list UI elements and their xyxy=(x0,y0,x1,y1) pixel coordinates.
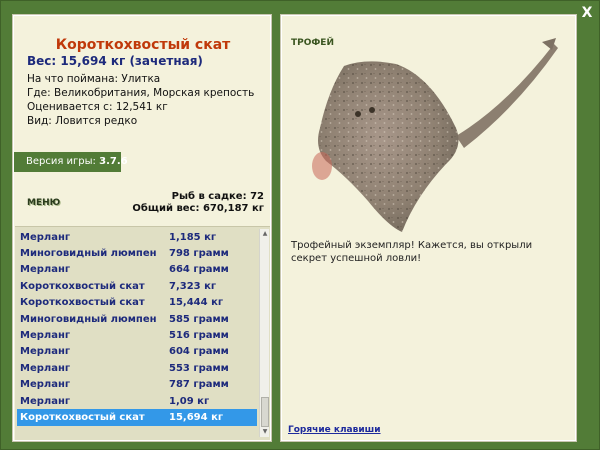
catch-list-container: Мерланг 1,185 кг Миноговидный люмпен 798 гр… xyxy=(15,226,270,440)
version-label: Версия игры: xyxy=(26,156,96,167)
catch-item-weight: 7,323 кг xyxy=(169,280,217,292)
catch-list-item[interactable]: Мерланг 516 грамм xyxy=(17,327,257,343)
arrow-down-icon[interactable]: ▼ xyxy=(260,427,270,437)
fish-info-panel: Короткохвостый скат Вес: 15,694 кг (заче… xyxy=(12,14,272,442)
fish-weight: Вес: 15,694 кг (зачетная) xyxy=(27,54,203,68)
fish-image xyxy=(312,38,558,232)
catch-list-item[interactable]: Мерланг 604 грамм xyxy=(17,344,257,360)
fish-rarity: Вид: Ловится редко xyxy=(27,115,138,127)
catch-list: Мерланг 1,185 кг Миноговидный люмпен 798 гр… xyxy=(17,229,257,426)
catch-item-name: Мерланг xyxy=(20,264,71,276)
catch-list-item[interactable]: Миноговидный люмпен 585 грамм xyxy=(17,311,257,327)
catch-item-weight: 1,185 кг xyxy=(169,231,217,243)
catch-item-weight: 585 грамм xyxy=(169,313,229,325)
catch-item-weight: 787 грамм xyxy=(169,379,229,391)
catch-item-name: Миноговидный люмпен xyxy=(20,248,157,260)
catch-item-weight: 553 грамм xyxy=(169,362,229,374)
catch-list-item[interactable]: Короткохвостый скат 7,323 кг xyxy=(17,278,257,294)
scroll-thumb[interactable] xyxy=(261,397,269,427)
catch-list-item[interactable]: Миноговидный люмпен 798 грамм xyxy=(17,245,257,261)
trophy-message: Трофейный экземпляр! Кажется, вы открыли… xyxy=(291,240,533,264)
catch-item-name: Короткохвостый скат xyxy=(20,297,145,309)
catch-item-weight: 604 грамм xyxy=(169,346,229,358)
catch-item-name: Мерланг xyxy=(20,395,71,407)
catch-list-item[interactable]: Мерланг 1,185 кг xyxy=(17,229,257,245)
game-window: X Короткохвостый скат Вес: 15,694 кг (за… xyxy=(0,0,600,450)
catch-item-weight: 798 грамм xyxy=(169,248,229,260)
close-icon[interactable]: X xyxy=(579,5,595,21)
hotkeys-link[interactable]: Горячие клавиши xyxy=(288,425,381,435)
catch-list-item[interactable]: Короткохвостый скат 15,694 кг xyxy=(17,409,257,426)
catch-item-name: Мерланг xyxy=(20,231,71,243)
trophy-panel: ТРОФЕЙ Трофейный экземпляр! Кажется, вы … xyxy=(280,14,577,442)
catch-item-weight: 15,444 кг xyxy=(169,297,224,309)
catch-item-weight: 664 грамм xyxy=(169,264,229,276)
catch-item-name: Короткохвостый скат xyxy=(20,411,145,423)
catch-list-item[interactable]: Мерланг 664 грамм xyxy=(17,262,257,278)
catch-list-scrollbar[interactable]: ▲ ▼ xyxy=(259,229,269,437)
fish-valuation: Оценивается с: 12,541 кг xyxy=(27,101,168,113)
catch-item-weight: 15,694 кг xyxy=(169,411,224,423)
catch-list-item[interactable]: Мерланг 787 грамм xyxy=(17,377,257,393)
catch-list-item[interactable]: Мерланг 553 грамм xyxy=(17,360,257,376)
catch-item-name: Мерланг xyxy=(20,346,71,358)
version-box: Версия игры: 3.7.6 xyxy=(14,152,128,172)
catch-item-name: Мерланг xyxy=(20,330,71,342)
catch-item-name: Мерланг xyxy=(20,379,71,391)
arrow-up-icon[interactable]: ▲ xyxy=(260,229,270,239)
fish-location: Где: Великобритания, Морская крепость xyxy=(27,87,255,99)
menu-button[interactable]: МЕНЮ xyxy=(27,198,60,208)
catch-list-item[interactable]: Мерланг 1,09 кг xyxy=(17,393,257,409)
catch-item-weight: 1,09 кг xyxy=(169,395,210,407)
fish-bait: На что поймана: Улитка xyxy=(27,73,161,85)
total-weight: Общий вес: 670,187 кг xyxy=(132,203,264,214)
catch-item-name: Миноговидный люмпен xyxy=(20,313,157,325)
fish-count: Рыб в садке: 72 xyxy=(171,191,264,202)
catch-item-weight: 516 грамм xyxy=(169,330,229,342)
fish-title: Короткохвостый скат xyxy=(55,37,231,53)
keepnet-stats: Рыб в садке: 72 Общий вес: 670,187 кг xyxy=(132,191,264,215)
version-value: 3.7.6 xyxy=(99,156,128,167)
catch-item-name: Короткохвостый скат xyxy=(20,280,145,292)
fish-details: На что поймана: Улитка Где: Великобритан… xyxy=(27,72,254,128)
catch-item-name: Мерланг xyxy=(20,362,71,374)
catch-list-item[interactable]: Короткохвостый скат 15,444 кг xyxy=(17,295,257,311)
